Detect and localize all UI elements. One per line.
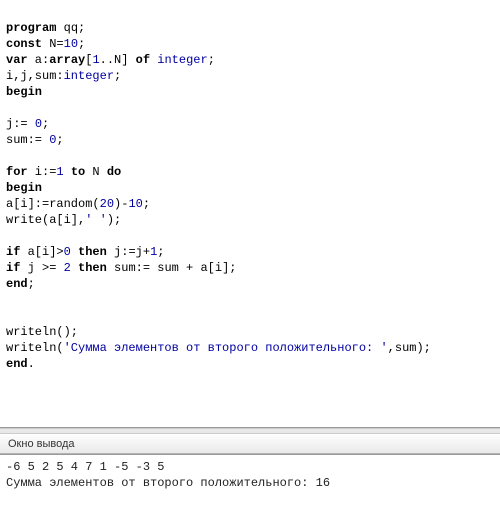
t: a[i]:=random( (6, 197, 100, 211)
kw-end: end (6, 277, 28, 291)
n: 10 (128, 197, 142, 211)
t: a[i]> (20, 245, 63, 259)
t: ; (42, 117, 49, 131)
t: N= (42, 37, 64, 51)
t: a: (28, 53, 50, 67)
n: 2 (64, 261, 71, 275)
n: 0 (35, 117, 42, 131)
kw-const: const (6, 37, 42, 51)
t (71, 261, 78, 275)
kw-begin: begin (6, 181, 42, 195)
t: i,j,sum: (6, 69, 64, 83)
t: ; (56, 133, 63, 147)
t (71, 245, 78, 259)
kw-if: if (6, 261, 20, 275)
output-panel-title: Окно вывода (0, 434, 500, 454)
t: writeln(); (6, 325, 78, 339)
type-integer: integer (157, 53, 207, 67)
kw-begin: begin (6, 85, 42, 99)
t: sum:= sum + a[i]; (107, 261, 237, 275)
n: 1 (92, 53, 99, 67)
t: ; (78, 37, 85, 51)
code-editor[interactable]: program qq; const N=10; var a:array[1..N… (0, 0, 500, 428)
n: 10 (64, 37, 78, 51)
t: j:= (6, 117, 35, 131)
t: N (85, 165, 107, 179)
str: 'Сумма элементов от второго положительно… (64, 341, 388, 355)
t: ; (114, 69, 121, 83)
kw-if: if (6, 245, 20, 259)
kw-to: to (71, 165, 85, 179)
kw-do: do (107, 165, 121, 179)
t: qq; (56, 21, 85, 35)
output-panel[interactable]: -6 5 2 5 4 7 1 -5 -3 5 Сумма элементов о… (0, 454, 500, 512)
n: 1 (56, 165, 63, 179)
kw-array: array (49, 53, 85, 67)
t: j:=j+ (107, 245, 150, 259)
t: ); (107, 213, 121, 227)
t: writeln( (6, 341, 64, 355)
kw-of: of (136, 53, 150, 67)
output-line: -6 5 2 5 4 7 1 -5 -3 5 (6, 460, 172, 474)
type-integer: integer (64, 69, 114, 83)
t: i:= (28, 165, 57, 179)
str: ' ' (85, 213, 107, 227)
kw-then: then (78, 245, 107, 259)
t: ; (143, 197, 150, 211)
kw-program: program (6, 21, 56, 35)
t: sum:= (6, 133, 49, 147)
t: ..N] (100, 53, 136, 67)
t: ; (157, 245, 164, 259)
kw-var: var (6, 53, 28, 67)
t: ,sum); (388, 341, 431, 355)
kw-then: then (78, 261, 107, 275)
t: write(a[i], (6, 213, 85, 227)
t: )- (114, 197, 128, 211)
n: 0 (64, 245, 71, 259)
t: j >= (20, 261, 63, 275)
t: . (28, 357, 35, 371)
kw-end: end (6, 357, 28, 371)
kw-for: for (6, 165, 28, 179)
n: 20 (100, 197, 114, 211)
t: ; (208, 53, 215, 67)
t (64, 165, 71, 179)
output-line: Сумма элементов от второго положительног… (6, 476, 330, 490)
t: ; (28, 277, 35, 291)
